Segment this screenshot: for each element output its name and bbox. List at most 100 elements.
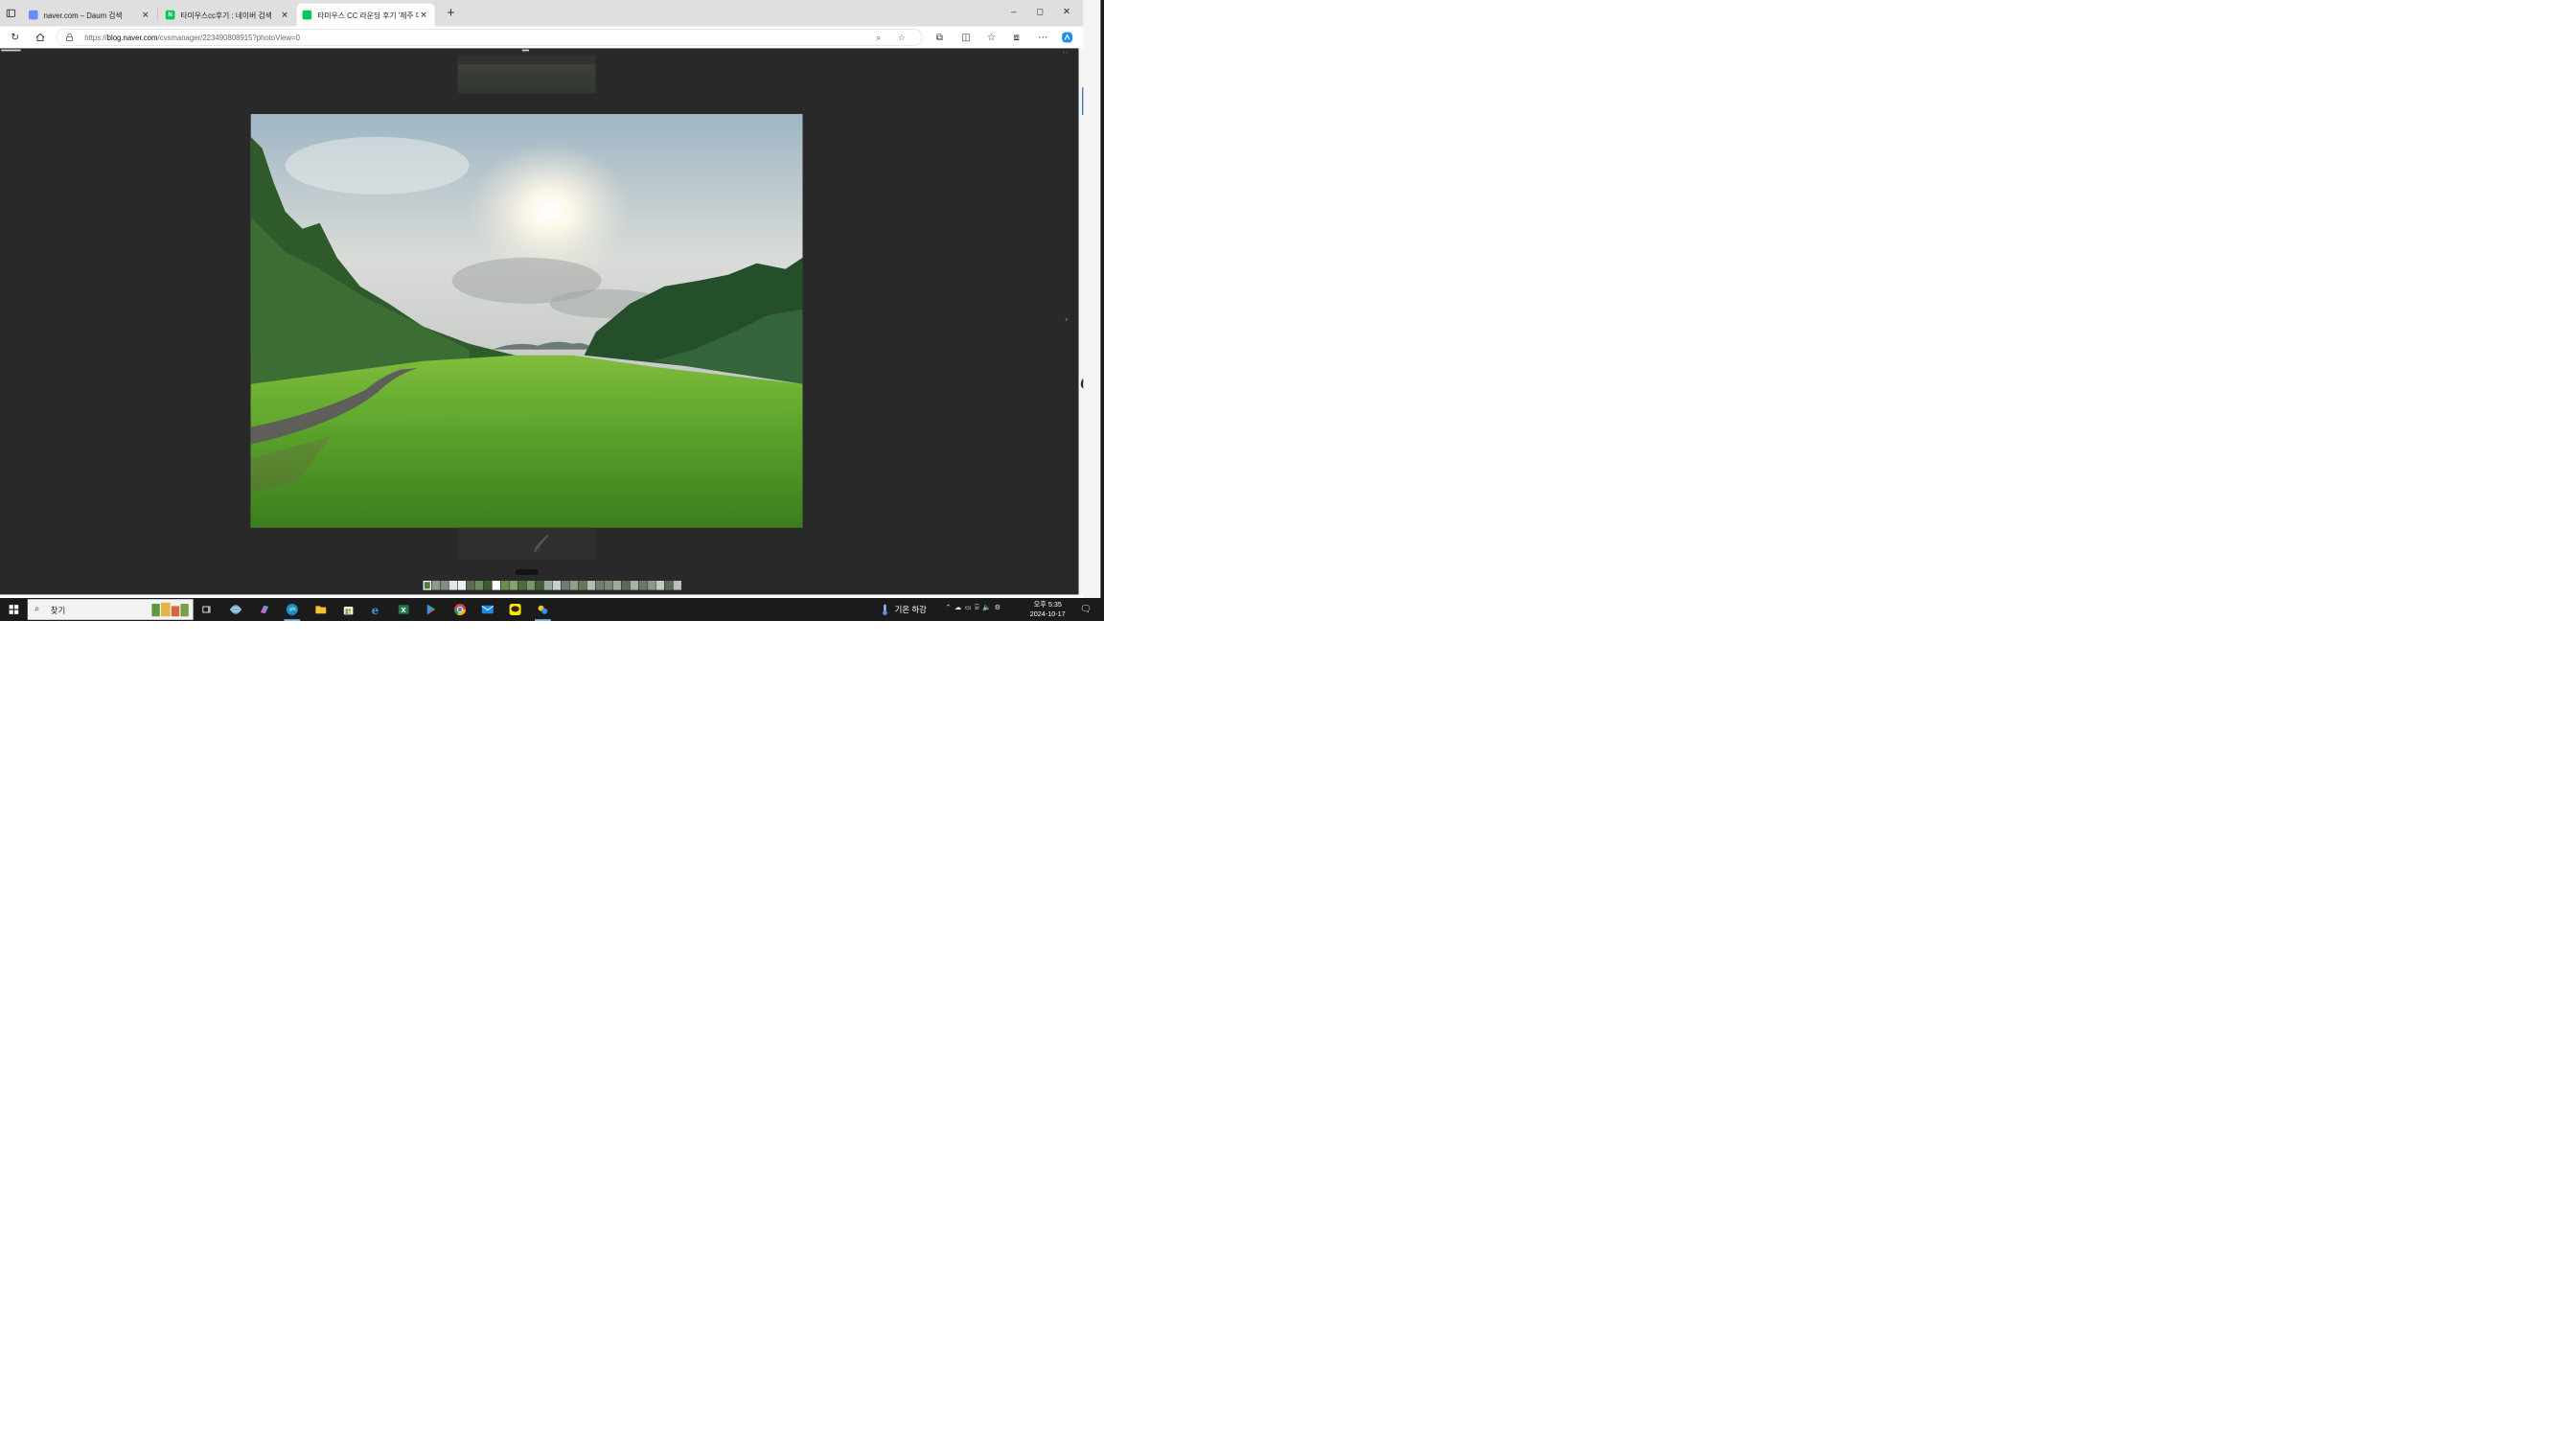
copilot-taskbar-icon[interactable] xyxy=(253,600,276,618)
thumbnail-filmstrip[interactable] xyxy=(423,581,681,590)
filmstrip-thumbnail[interactable] xyxy=(638,581,647,590)
lock-icon[interactable] xyxy=(66,34,73,41)
close-window-button[interactable]: ✕ xyxy=(1053,4,1080,21)
filmstrip-thumbnail[interactable] xyxy=(423,581,432,590)
search-highlight-art-icon xyxy=(151,602,189,617)
tab-title: 타미우스cc후기 : 네이버 검색 xyxy=(180,11,272,20)
task-view-icon[interactable] xyxy=(196,600,218,618)
excel-icon[interactable]: X xyxy=(392,600,415,618)
filmstrip-thumbnail[interactable] xyxy=(561,581,569,590)
tab-naver-search[interactable]: N 타미우스cc후기 : 네이버 검색 ✕ xyxy=(160,4,296,27)
navigation-bar: ↻ https://blog.naver.com/cvsmanager/2234… xyxy=(0,26,1084,50)
collections-icon[interactable]: ⧈ xyxy=(1008,30,1024,45)
app-folder-icon[interactable] xyxy=(531,600,554,621)
viewer-caption-center xyxy=(521,49,529,52)
internet-explorer-icon[interactable]: e xyxy=(364,600,387,618)
filmstrip-thumbnail[interactable] xyxy=(673,581,681,590)
network-icon[interactable]: ⌸ xyxy=(975,603,978,611)
maximize-button[interactable]: ☐ xyxy=(1027,4,1054,21)
filmstrip-thumbnail[interactable] xyxy=(535,581,543,590)
filmstrip-thumbnail[interactable] xyxy=(448,581,458,590)
filmstrip-thumbnail[interactable] xyxy=(586,581,595,590)
filmstrip-thumbnail[interactable] xyxy=(526,581,535,590)
new-tab-button[interactable]: + xyxy=(443,6,459,22)
taskbar-clock[interactable]: 오후 5:35 2024-10-17 xyxy=(1024,600,1070,619)
clock-date: 2024-10-17 xyxy=(1029,610,1066,618)
filmstrip-thumbnail[interactable] xyxy=(466,581,475,590)
refresh-icon[interactable]: ↻ xyxy=(7,30,23,45)
filmstrip-thumbnail[interactable] xyxy=(431,581,441,590)
tab-title: naver.com – Daum 검색 xyxy=(43,11,123,20)
taskbar-search-box[interactable]: ⌕ 찾기 xyxy=(27,599,194,620)
onedrive-cloud-icon[interactable]: ☁ xyxy=(954,603,961,610)
filmstrip-thumbnail[interactable] xyxy=(604,581,612,590)
next-photo-arrow-icon[interactable]: › xyxy=(1065,314,1071,324)
filmstrip-thumbnail[interactable] xyxy=(647,581,656,590)
chrome-icon[interactable] xyxy=(448,600,472,618)
filmstrip-thumbnail[interactable] xyxy=(500,581,509,590)
tab-naver-blog[interactable]: 타미우스 CC 라운딩 후기 '제주 미 ✕ xyxy=(296,3,435,27)
extensions-icon[interactable]: ⧉ xyxy=(932,30,948,45)
viewer-toolbar[interactable]: ▫▫ xyxy=(1063,50,1070,55)
blog-background-card xyxy=(457,55,596,94)
filmstrip-thumbnail[interactable] xyxy=(630,581,638,590)
system-tray[interactable]: ⌃ ☁ ▭ ⌸ 🔈 ⚙ xyxy=(945,603,1000,611)
favorites-icon[interactable]: ☆ xyxy=(983,30,1000,45)
tab-title: 타미우스 CC 라운딩 후기 '제주 미 xyxy=(317,11,419,20)
minimize-button[interactable]: – xyxy=(1000,4,1027,21)
google-play-icon[interactable] xyxy=(420,600,443,618)
settings-gear-icon[interactable]: ⚙ xyxy=(995,603,1000,610)
filmstrip-thumbnail[interactable] xyxy=(552,581,561,590)
edge-browser-icon[interactable] xyxy=(281,600,304,621)
filmstrip-thumbnail[interactable] xyxy=(483,581,492,590)
home-icon[interactable] xyxy=(33,30,49,45)
desktop-screen: naver.com – Daum 검색 ✕ N 타미우스cc후기 : 네이버 검… xyxy=(0,0,1104,621)
filmstrip-thumbnail[interactable] xyxy=(543,581,552,590)
filmstrip-thumbnail[interactable] xyxy=(595,581,604,590)
filmstrip-thumbnail[interactable] xyxy=(569,581,578,590)
photo-viewer[interactable]: ▫▫ 𝓁 › xyxy=(0,48,1079,595)
tab-actions-menu-icon[interactable] xyxy=(4,6,19,21)
thermometer-icon xyxy=(883,604,887,615)
file-explorer-icon[interactable] xyxy=(310,600,333,618)
battery-icon[interactable]: ▭ xyxy=(965,603,972,610)
golf-course-photo[interactable] xyxy=(250,113,803,528)
kakaotalk-icon[interactable] xyxy=(504,600,527,618)
start-button[interactable] xyxy=(0,598,28,621)
filmstrip-thumbnail[interactable] xyxy=(621,581,630,590)
photo-counter-pill xyxy=(515,569,539,575)
show-hidden-icons-chevron-icon[interactable]: ⌃ xyxy=(945,603,951,610)
mail-icon[interactable] xyxy=(476,600,499,618)
filmstrip-thumbnail[interactable] xyxy=(457,581,467,590)
tab-close-icon[interactable]: ✕ xyxy=(140,10,150,20)
filmstrip-thumbnail[interactable] xyxy=(518,581,526,590)
tab-close-icon[interactable]: ✕ xyxy=(280,10,290,20)
naver-blog-favicon-icon xyxy=(302,10,312,20)
clock-time: 오후 5:35 xyxy=(1033,600,1062,609)
copilot-icon[interactable] xyxy=(1059,30,1075,45)
volume-icon[interactable]: 🔈 xyxy=(982,603,991,610)
tab-close-icon[interactable]: ✕ xyxy=(419,10,429,20)
url-text[interactable]: https://blog.naver.com/cvsmanager/223490… xyxy=(84,34,300,42)
browser-title-bar: naver.com – Daum 검색 ✕ N 타미우스cc후기 : 네이버 검… xyxy=(0,0,1084,27)
filmstrip-thumbnail[interactable] xyxy=(492,581,500,590)
filmstrip-thumbnail[interactable] xyxy=(440,581,449,590)
filmstrip-thumbnail[interactable] xyxy=(664,581,673,590)
filmstrip-thumbnail[interactable] xyxy=(474,581,484,590)
filmstrip-thumbnail[interactable] xyxy=(612,581,621,590)
filmstrip-thumbnail[interactable] xyxy=(656,581,664,590)
address-bar[interactable]: https://blog.naver.com/cvsmanager/223490… xyxy=(56,29,923,46)
microsoft-store-icon[interactable] xyxy=(337,600,360,618)
search-label: 찾기 xyxy=(50,606,66,615)
filmstrip-thumbnail[interactable] xyxy=(509,581,518,590)
weather-widget[interactable]: 기온 하강 xyxy=(881,603,927,616)
zoom-icon[interactable]: ⌕ xyxy=(872,32,885,44)
filmstrip-thumbnail[interactable] xyxy=(578,581,586,590)
widgets-icon[interactable] xyxy=(224,600,247,618)
tab-daum-search[interactable]: naver.com – Daum 검색 ✕ xyxy=(23,4,156,27)
split-screen-icon[interactable]: ◫ xyxy=(958,30,975,45)
more-options-icon[interactable]: ⋯ xyxy=(1035,30,1051,45)
naver-favicon-icon: N xyxy=(165,10,175,20)
favorite-star-icon[interactable]: ☆ xyxy=(895,32,908,44)
notification-center-icon[interactable]: 🗨 xyxy=(1077,602,1093,618)
